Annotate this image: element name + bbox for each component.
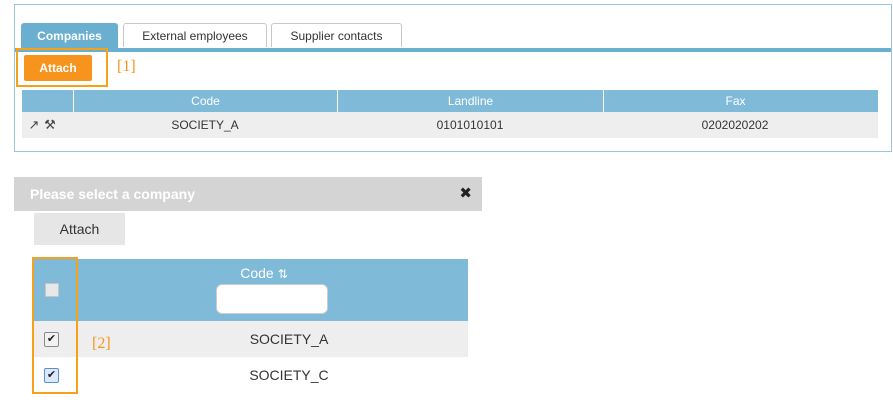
tools-icon[interactable]: ⚒ (42, 116, 58, 134)
cell-fax: 0202020202 (701, 118, 769, 132)
column-header-fax[interactable]: Fax (603, 90, 867, 112)
callout-1: [1] (117, 58, 136, 75)
tab-companies[interactable]: Companies (21, 23, 118, 48)
sort-icon[interactable]: ⇅ (278, 267, 288, 281)
dialog-grid-header: Code ⇅ (34, 259, 468, 321)
column-header-code[interactable]: Code (73, 90, 337, 112)
cell-code: SOCIETY_C (249, 367, 329, 383)
highlight-box-2 (32, 257, 78, 394)
dialog-attach-button[interactable]: Attach (34, 213, 125, 245)
close-icon[interactable]: ✖ (459, 177, 472, 211)
tab-bar: Companies External employees Supplier co… (15, 21, 891, 52)
dialog-title: Please select a company (30, 186, 195, 202)
column-header-landline[interactable]: Landline (337, 90, 603, 112)
table-row[interactable]: ✔ SOCIETY_C (34, 357, 468, 393)
column-header-code-sortable[interactable]: Code ⇅ (214, 265, 314, 281)
tab-supplier-contacts[interactable]: Supplier contacts (271, 23, 402, 47)
cell-code: SOCIETY_A (171, 118, 239, 132)
companies-grid-header: Code Landline Fax (22, 90, 878, 112)
callout-2: [2] (92, 335, 111, 352)
tab-external-employees[interactable]: External employees (123, 23, 267, 47)
dialog-title-bar: Please select a company ✖ (14, 177, 482, 211)
row-actions: ↗ ⚒ (26, 116, 58, 134)
column-header-label: Code (240, 265, 274, 281)
code-filter-input[interactable] (216, 284, 328, 314)
cell-code: SOCIETY_A (249, 331, 329, 347)
table-row: ↗ ⚒ SOCIETY_A 0101010101 0202020202 (22, 112, 878, 138)
highlight-box-1 (16, 48, 108, 87)
cell-landline: 0101010101 (436, 118, 504, 132)
edit-icon[interactable]: ↗ (26, 116, 42, 134)
